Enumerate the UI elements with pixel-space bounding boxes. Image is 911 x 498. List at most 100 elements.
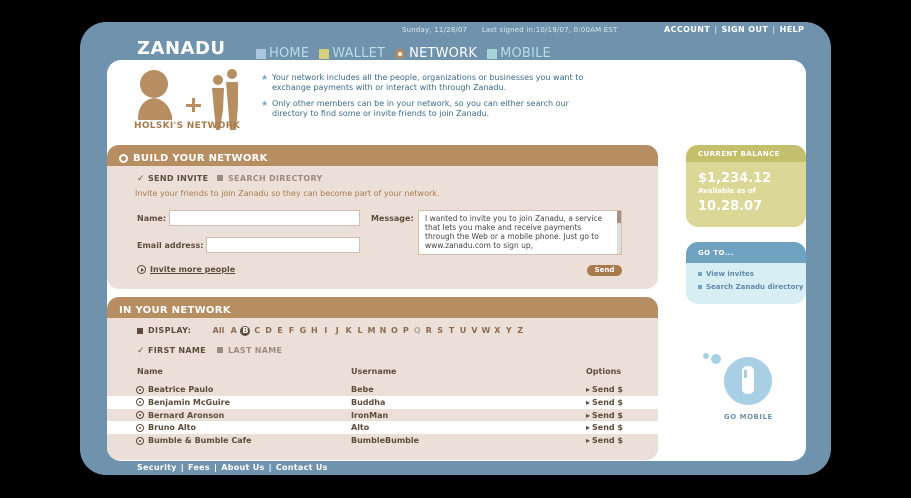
contact-link[interactable]: Contact Us [276,463,328,472]
go-mobile-label[interactable]: GO MOBILE [724,413,773,421]
letter-r[interactable]: R [423,326,434,336]
contact-name-text: Benjamin McGuire [148,397,230,407]
contact-name[interactable]: Bruno Alto [136,423,196,432]
letter-g[interactable]: G [297,326,308,336]
search-directory-label: Search Zanadu directory [706,283,804,291]
letter-all[interactable]: All [209,326,228,336]
nav-network[interactable]: NETWORK [395,46,477,61]
letter-t[interactable]: T [446,326,457,336]
column-header-name[interactable]: Name [137,367,163,376]
about-link[interactable]: About Us [221,463,264,472]
account-links: ACCOUNT | SIGN OUT | HELP [664,25,804,34]
balance-as-of: Available as of [698,187,756,195]
letter-h[interactable]: H [309,326,320,336]
security-link[interactable]: Security [137,463,177,472]
fees-link[interactable]: Fees [188,463,210,472]
table-row: Bernard Aronson IronMan Send $ [107,409,658,422]
letter-s[interactable]: S [434,326,445,336]
letter-a[interactable]: A [228,326,239,336]
letter-y[interactable]: Y [503,326,514,336]
nav-wallet[interactable]: WALLET [319,46,385,61]
contact-name[interactable]: Benjamin McGuire [136,398,230,407]
account-link[interactable]: ACCOUNT [664,25,710,34]
letter-x[interactable]: X [492,326,503,336]
divider: | [772,25,776,34]
message-label: Message: [371,214,414,223]
message-textarea[interactable]: I wanted to invite you to join Zanadu, a… [418,210,622,255]
view-invites-link[interactable]: View invites [698,270,754,278]
sort-last-name-label: LAST NAME [228,346,283,355]
your-network-title: IN YOUR NETWORK [119,304,231,316]
network-title: HOLSKI'S NETWORK [134,121,241,131]
sign-out-link[interactable]: SIGN OUT [722,25,769,34]
send-money-link[interactable]: Send $ [586,423,623,432]
letter-v[interactable]: V [469,326,480,336]
letter-b-selected[interactable]: B [240,326,251,336]
nav-home[interactable]: HOME [256,46,309,61]
letter-n[interactable]: N [377,326,388,336]
letter-p[interactable]: P [400,326,411,336]
tab-search-directory[interactable]: SEARCH DIRECTORY [217,174,323,183]
ring-icon [119,153,128,163]
name-label: Name: [137,214,167,223]
letter-c[interactable]: C [251,326,262,336]
info-bullet: Only other members can be in your networ… [261,99,591,119]
wallet-square-icon [319,48,330,59]
send-money-link[interactable]: Send $ [586,411,623,420]
mobile-square-icon [487,48,498,59]
tab-send-invite[interactable]: ✓ SEND INVITE [137,174,208,184]
goto-heading: GO TO... [686,242,806,263]
help-link[interactable]: HELP [780,25,805,34]
letter-l[interactable]: L [354,326,365,336]
send-money-link[interactable]: Send $ [586,385,623,394]
letter-e[interactable]: E [274,326,285,336]
name-field[interactable] [169,210,360,226]
radio-icon [136,385,144,394]
letter-q[interactable]: Q [412,326,423,336]
letter-d[interactable]: D [263,326,274,336]
zanadu-logo[interactable]: ZANADU [137,38,226,59]
email-field[interactable] [206,237,360,253]
table-row: Benjamin McGuire Buddha Send $ [107,395,658,409]
search-directory-link[interactable]: Search Zanadu directory [698,283,803,291]
letter-z[interactable]: Z [515,326,526,336]
column-header-options: Options [586,367,622,376]
nav-wallet-label: WALLET [332,46,386,61]
letter-k[interactable]: K [343,326,354,336]
send-money-link[interactable]: Send $ [586,398,623,407]
network-circle-icon [395,48,406,59]
letter-m[interactable]: M [366,326,377,336]
balance-amount: $1,234.12 [698,171,772,186]
check-icon: ✓ [137,174,145,184]
current-balance-card: CURRENT BALANCE $1,234.12 Available as o… [686,145,806,227]
sort-last-name[interactable]: LAST NAME [217,346,282,355]
invite-more-link[interactable]: Invite more people [137,265,235,274]
play-circle-icon [137,265,146,274]
nav-mobile[interactable]: MOBILE [487,46,551,61]
contact-name-text: Bruno Alto [148,423,196,433]
email-label: Email address: [137,241,204,250]
send-invite-button[interactable]: Send [587,265,622,276]
letter-u[interactable]: U [457,326,468,336]
display-filter: DISPLAY: [137,326,191,335]
sort-first-name[interactable]: ✓ FIRST NAME [137,346,206,356]
contact-name[interactable]: Beatrice Paulo [136,385,213,394]
letter-o[interactable]: O [389,326,400,336]
letter-j[interactable]: J [332,326,343,336]
contact-name-text: Beatrice Paulo [148,385,214,394]
divider: | [714,25,718,34]
contact-name-text: Bumble & Bumble Cafe [148,436,252,446]
session-info: Sunday, 11/28/07 Last signed in:10/19/07… [402,26,630,34]
letter-f[interactable]: F [286,326,297,336]
footer-links: Security | Fees | About Us | Contact Us [137,463,328,472]
letter-w[interactable]: W [480,326,491,336]
balance-heading: CURRENT BALANCE [686,145,806,162]
send-money-link[interactable]: Send $ [586,436,623,445]
column-header-username[interactable]: Username [351,367,396,376]
message-scroll-thumb[interactable] [617,211,621,223]
current-date: Sunday, 11/28/07 [402,26,468,34]
main-nav: HOME WALLET NETWORK MOBILE [256,46,551,61]
letter-i[interactable]: I [320,326,331,336]
contact-name[interactable]: Bernard Aronson [136,411,224,420]
contact-name[interactable]: Bumble & Bumble Cafe [136,436,252,445]
